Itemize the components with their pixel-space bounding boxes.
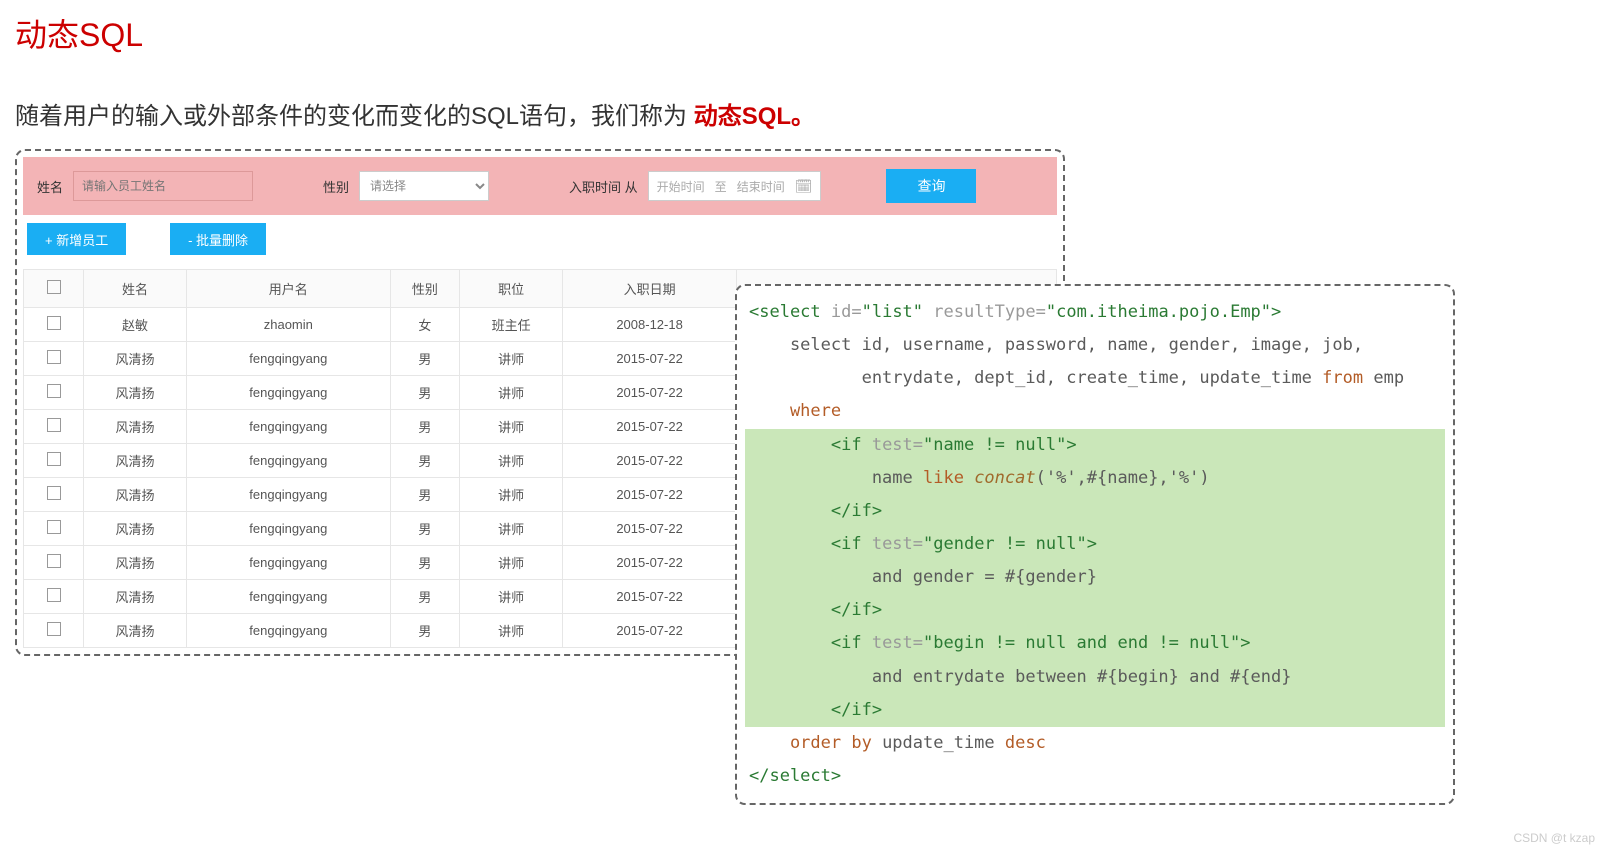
cell-date: 2015-07-22 (563, 546, 737, 580)
col-name: 姓名 (84, 270, 187, 308)
cell-job: 讲师 (460, 614, 563, 648)
cell-name: 风清扬 (84, 478, 187, 512)
cell-date: 2008-12-18 (563, 308, 737, 342)
cell-name: 风清扬 (84, 614, 187, 648)
watermark: CSDN @t kzap (1513, 831, 1595, 845)
cell-name: 风清扬 (84, 580, 187, 614)
cell-user: fengqingyang (187, 478, 391, 512)
cell-job: 讲师 (460, 580, 563, 614)
cell-name: 风清扬 (84, 546, 187, 580)
cell-gender: 男 (390, 444, 460, 478)
date-label: 入职时间 从 (569, 177, 638, 196)
cell-gender: 男 (390, 342, 460, 376)
cell-user: zhaomin (187, 308, 391, 342)
date-range-input[interactable]: 开始时间 至 结束时间 (648, 171, 822, 201)
filter-bar: 姓名 性别 请选择 入职时间 从 开始时间 至 结束时间 查询 (23, 157, 1057, 215)
calendar-icon (795, 178, 813, 195)
cell-date: 2015-07-22 (563, 614, 737, 648)
cell-date: 2015-07-22 (563, 478, 737, 512)
add-employee-button[interactable]: + 新增员工 (27, 223, 126, 255)
row-checkbox[interactable] (47, 520, 61, 534)
cell-job: 讲师 (460, 342, 563, 376)
cell-name: 风清扬 (84, 376, 187, 410)
cell-user: fengqingyang (187, 376, 391, 410)
name-label: 姓名 (37, 177, 63, 196)
cell-date: 2015-07-22 (563, 342, 737, 376)
cell-gender: 男 (390, 410, 460, 444)
cell-name: 赵敏 (84, 308, 187, 342)
row-checkbox[interactable] (47, 554, 61, 568)
cell-gender: 男 (390, 546, 460, 580)
bulk-delete-button[interactable]: - 批量删除 (170, 223, 266, 255)
gender-label: 性别 (323, 177, 349, 196)
row-checkbox[interactable] (47, 418, 61, 432)
query-button[interactable]: 查询 (886, 169, 976, 203)
row-checkbox[interactable] (47, 350, 61, 364)
cell-date: 2015-07-22 (563, 512, 737, 546)
date-end: 结束时间 (737, 178, 785, 195)
cell-name: 风清扬 (84, 512, 187, 546)
cell-gender: 女 (390, 308, 460, 342)
cell-user: fengqingyang (187, 614, 391, 648)
cell-name: 风清扬 (84, 444, 187, 478)
select-all-checkbox[interactable] (47, 280, 61, 294)
cell-job: 讲师 (460, 410, 563, 444)
col-user: 用户名 (187, 270, 391, 308)
gender-select[interactable]: 请选择 (359, 171, 489, 201)
date-to: 至 (715, 178, 727, 195)
name-input[interactable] (73, 171, 253, 201)
cell-user: fengqingyang (187, 444, 391, 478)
cell-job: 班主任 (460, 308, 563, 342)
col-gender: 性别 (390, 270, 460, 308)
cell-user: fengqingyang (187, 342, 391, 376)
cell-user: fengqingyang (187, 410, 391, 444)
cell-job: 讲师 (460, 512, 563, 546)
col-job: 职位 (460, 270, 563, 308)
row-checkbox[interactable] (47, 588, 61, 602)
row-checkbox[interactable] (47, 622, 61, 636)
cell-date: 2015-07-22 (563, 580, 737, 614)
row-checkbox[interactable] (47, 316, 61, 330)
cell-date: 2015-07-22 (563, 376, 737, 410)
cell-gender: 男 (390, 580, 460, 614)
cell-gender: 男 (390, 478, 460, 512)
row-checkbox[interactable] (47, 452, 61, 466)
cell-name: 风清扬 (84, 410, 187, 444)
cell-gender: 男 (390, 614, 460, 648)
subtitle: 随着用户的输入或外部条件的变化而变化的SQL语句，我们称为 动态SQL。 (15, 96, 1588, 131)
cell-job: 讲师 (460, 376, 563, 410)
code-panel: <select id="list" resultType="com.itheim… (735, 284, 1455, 805)
code-block: <select id="list" resultType="com.itheim… (745, 296, 1445, 793)
cell-user: fengqingyang (187, 546, 391, 580)
col-date: 入职日期 (563, 270, 737, 308)
subtitle-text: 随着用户的输入或外部条件的变化而变化的SQL语句，我们称为 (15, 103, 694, 130)
action-row: + 新增员工 - 批量删除 (23, 215, 1057, 269)
cell-job: 讲师 (460, 478, 563, 512)
date-start: 开始时间 (657, 178, 705, 195)
cell-date: 2015-07-22 (563, 444, 737, 478)
cell-job: 讲师 (460, 444, 563, 478)
cell-date: 2015-07-22 (563, 410, 737, 444)
subtitle-em: 动态SQL。 (694, 103, 815, 130)
row-checkbox[interactable] (47, 486, 61, 500)
cell-name: 风清扬 (84, 342, 187, 376)
page-title: 动态SQL (15, 10, 1588, 56)
cell-gender: 男 (390, 512, 460, 546)
cell-gender: 男 (390, 376, 460, 410)
cell-user: fengqingyang (187, 580, 391, 614)
row-checkbox[interactable] (47, 384, 61, 398)
cell-job: 讲师 (460, 546, 563, 580)
cell-user: fengqingyang (187, 512, 391, 546)
